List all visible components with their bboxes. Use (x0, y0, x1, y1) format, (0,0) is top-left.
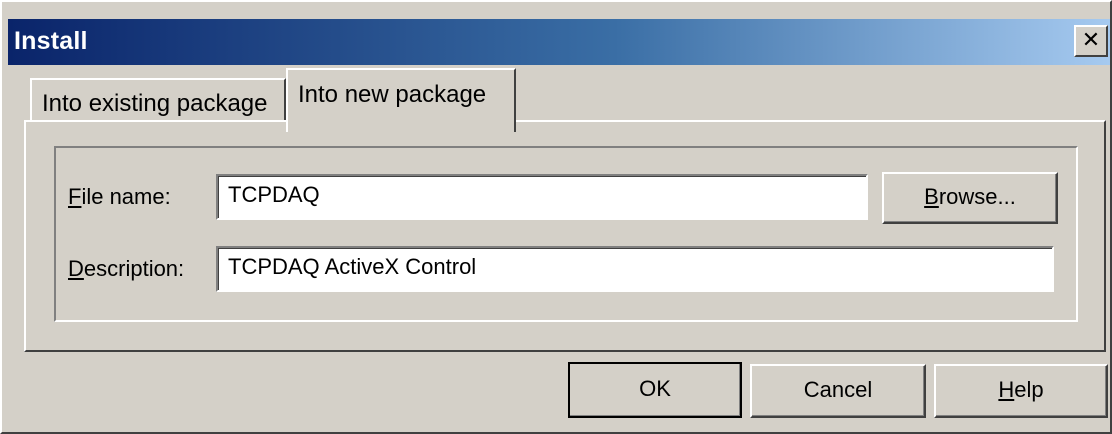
install-dialog: Install ✕ Into existing package Into new… (0, 0, 1112, 434)
file-name-input[interactable]: TCPDAQ (216, 174, 868, 220)
package-groupbox: File name: TCPDAQ Browse... Description:… (54, 146, 1078, 322)
browse-button[interactable]: Browse... (882, 172, 1058, 224)
title-bar: Install ✕ (8, 19, 1110, 65)
close-button[interactable]: ✕ (1074, 25, 1108, 57)
help-button[interactable]: Help (934, 364, 1108, 418)
file-name-label: File name: (68, 184, 171, 209)
description-input[interactable]: TCPDAQ ActiveX Control (216, 246, 1054, 292)
cancel-button[interactable]: Cancel (750, 364, 926, 418)
tab-panel: File name: TCPDAQ Browse... Description:… (24, 120, 1106, 352)
window-title: Install (14, 27, 88, 55)
ok-button[interactable]: OK (568, 362, 742, 418)
description-label: Description: (68, 256, 185, 281)
close-icon: ✕ (1081, 27, 1101, 52)
tab-into-new-package[interactable]: Into new package (286, 68, 516, 132)
